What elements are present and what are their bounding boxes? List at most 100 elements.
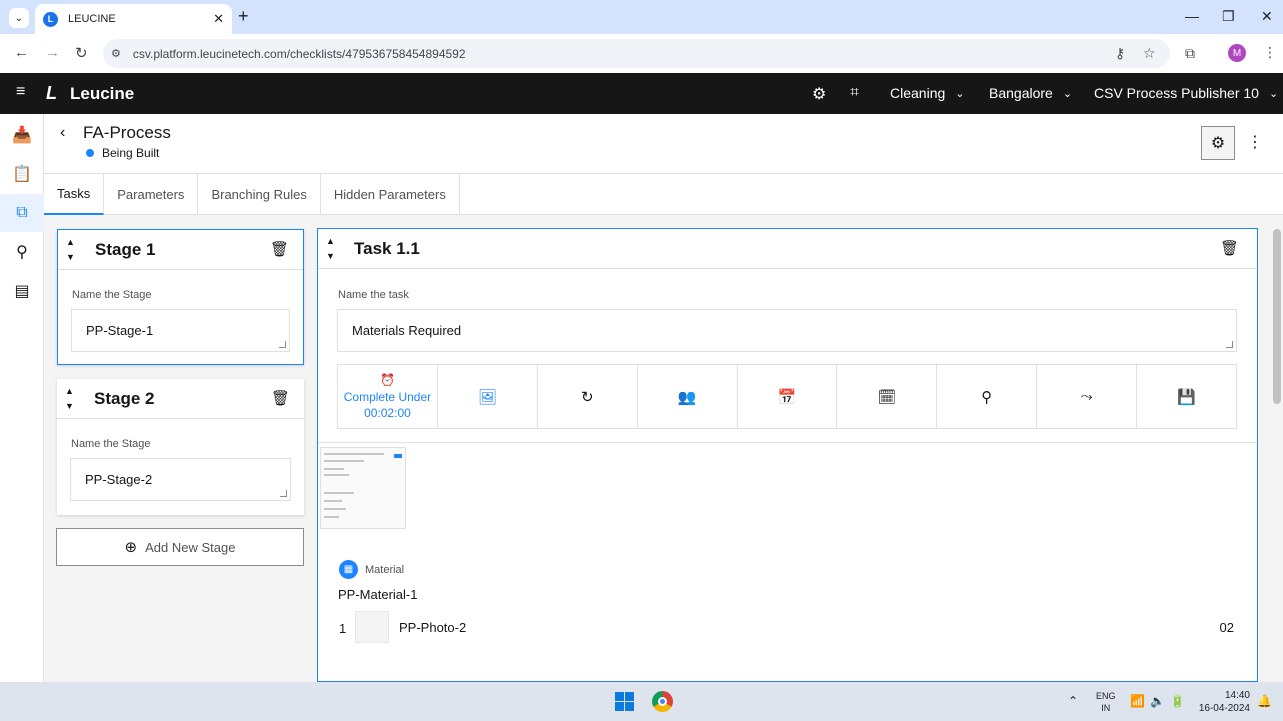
checklist-icon[interactable]: 📋: [0, 155, 44, 193]
add-new-stage-button[interactable]: ⊕ Add New Stage: [56, 528, 304, 566]
task-card: ▲ ▼ Task 1.1 🗑 Name the task Materials Re…: [317, 228, 1258, 682]
site-info-icon[interactable]: ⚙: [111, 47, 121, 60]
gear-icon: ⚙: [1210, 135, 1226, 152]
new-tab-plus-icon[interactable]: +: [238, 6, 249, 27]
timer-label: Complete Under: [343, 389, 432, 404]
battery-icon[interactable]: 🔋: [1170, 694, 1185, 708]
tab-search-chevron-icon[interactable]: ⌄: [9, 8, 29, 28]
delete-trash-icon[interactable]: 🗑: [270, 240, 289, 258]
process-builder-icon[interactable]: ⧉: [0, 194, 44, 232]
back-arrow-icon[interactable]: ←: [14, 44, 29, 61]
address-bar[interactable]: ⚙ csv.platform.leucinetech.com/checklist…: [103, 39, 1170, 68]
inbox-icon[interactable]: 📥: [0, 116, 44, 154]
minimize-icon[interactable]: —: [1185, 8, 1199, 24]
timer-value: 00:02:00: [364, 405, 411, 420]
reorder-arrows-icon[interactable]: ▲ ▼: [326, 234, 335, 264]
settings-gear-icon[interactable]: ⚙: [812, 84, 826, 104]
reload-icon[interactable]: ↻: [75, 44, 88, 62]
stage-name-input[interactable]: PP-Stage-2: [70, 458, 291, 501]
recurrence-button[interactable]: ↻: [538, 365, 638, 428]
window-close-icon[interactable]: ✕: [1261, 8, 1273, 25]
calendar-icon: 📅: [777, 388, 797, 406]
url-text: csv.platform.leucinetech.com/checklists/…: [132, 46, 466, 61]
notification-bell-icon[interactable]: 🔔: [1257, 694, 1272, 708]
browser-tab[interactable]: L LEUCINE ✕: [35, 4, 232, 34]
task-title: Task 1.1: [354, 239, 420, 258]
save-icon: 💾: [1177, 388, 1196, 406]
more-options-icon[interactable]: ⋮: [1247, 132, 1263, 152]
stage-title: Stage 1: [95, 240, 156, 259]
due-date-button[interactable]: 🗓: [837, 365, 938, 428]
calendar-clock-icon: 🗓: [877, 388, 897, 406]
stage-card[interactable]: ▲ ▼ Stage 2 🗑 Name the Stage PP-Stage-2: [57, 379, 304, 515]
divider: [318, 442, 1257, 443]
profile-avatar[interactable]: M: [1228, 44, 1246, 62]
hierarchy-icon[interactable]: ⚲: [0, 233, 44, 271]
tab-tasks[interactable]: Tasks: [44, 174, 105, 215]
dropdown-label: Bangalore: [989, 85, 1053, 101]
clock-date: 16-04-2024: [1198, 703, 1250, 714]
schedule-button[interactable]: 📅: [738, 365, 838, 428]
back-chevron-icon[interactable]: ‹: [60, 124, 65, 142]
delete-trash-icon[interactable]: 🗑: [1220, 239, 1239, 257]
stage-card-header: ▲ ▼ Stage 2 🗑: [57, 379, 304, 419]
bookmark-star-icon[interactable]: ☆: [1143, 45, 1156, 62]
leucine-logo-icon: L: [46, 83, 57, 103]
reorder-arrows-icon[interactable]: ▲ ▼: [66, 235, 75, 265]
stage-card-header: ▲ ▼ Stage 1 🗑: [58, 230, 303, 270]
material-quantity: 02: [1219, 620, 1234, 635]
language-indicator[interactable]: ENG IN: [1096, 690, 1116, 714]
restore-icon[interactable]: ❐: [1222, 8, 1235, 25]
material-section-label: Material: [365, 564, 405, 576]
tray-chevron-up-icon[interactable]: ⌃: [1068, 694, 1078, 708]
system-clock[interactable]: 14:40 16-04-2024: [1196, 689, 1250, 715]
password-key-icon[interactable]: ⚷: [1115, 45, 1125, 62]
tab-parameters[interactable]: Parameters: [104, 174, 199, 215]
extensions-puzzle-icon[interactable]: ⧉: [1185, 45, 1195, 62]
field-label: Name the task: [338, 289, 409, 301]
tab-title: LEUCINE: [68, 13, 116, 25]
branching-button[interactable]: ⤳: [1037, 365, 1138, 428]
users-icon: 👥: [677, 388, 697, 406]
assign-users-button[interactable]: 👥: [638, 365, 738, 428]
task-card-header: ▲ ▼ Task 1.1 🗑: [318, 229, 1257, 269]
page-scrollbar[interactable]: [1273, 229, 1281, 404]
attached-image-thumbnail[interactable]: [320, 447, 406, 529]
tab-hidden-parameters[interactable]: Hidden Parameters: [321, 174, 460, 215]
reorder-arrows-icon[interactable]: ▲ ▼: [65, 384, 74, 414]
site-dropdown-bangalore[interactable]: Bangalore ⌄: [989, 85, 1072, 101]
left-nav-rail: 📥 📋 ⧉ ⚲ ▤: [0, 114, 44, 682]
hierarchy-icon: ⚲: [981, 388, 993, 406]
reports-icon[interactable]: ▤: [0, 272, 44, 310]
volume-icon[interactable]: 🔈: [1150, 694, 1165, 708]
page-title: FA-Process: [83, 123, 171, 142]
alarm-clock-icon: ⏰: [379, 372, 395, 387]
tab-close-icon[interactable]: ✕: [213, 11, 224, 27]
hamburger-menu-icon[interactable]: ≡: [16, 83, 25, 101]
wifi-icon[interactable]: 📶: [1130, 694, 1145, 708]
material-photo-thumbnail[interactable]: [355, 611, 389, 643]
stage-name-input[interactable]: PP-Stage-1: [71, 309, 290, 352]
material-name: PP-Material-1: [338, 587, 418, 602]
media-button[interactable]: 🖼: [438, 365, 538, 428]
hierarchy-button[interactable]: ⚲: [937, 365, 1038, 428]
task-name-input[interactable]: Materials Required: [337, 309, 1237, 352]
tab-branching-rules[interactable]: Branching Rules: [198, 174, 321, 215]
facility-dropdown-cleaning[interactable]: Cleaning ⌄: [890, 85, 964, 101]
app-header: ≡ L Leucine ⚙ ⌗ Cleaning ⌄ Bangalore ⌄ C…: [0, 73, 1283, 114]
user-dropdown[interactable]: CSV Process Publisher 10 ⌄: [1094, 85, 1278, 101]
browser-menu-icon[interactable]: ⋮: [1263, 44, 1277, 61]
windows-start-icon[interactable]: [615, 692, 634, 711]
scan-icon[interactable]: ⌗: [850, 84, 859, 102]
delete-trash-icon[interactable]: 🗑: [271, 389, 290, 407]
chrome-app-icon[interactable]: [652, 691, 673, 712]
timer-button[interactable]: ⏰ Complete Under 00:02:00: [338, 365, 438, 428]
forward-arrow-icon[interactable]: →: [45, 44, 60, 61]
chevron-down-icon: ⌄: [1268, 87, 1279, 100]
process-settings-button[interactable]: ⚙: [1201, 126, 1235, 160]
stage-card[interactable]: ▲ ▼ Stage 1 🗑 Name the Stage PP-Stage-1: [57, 229, 304, 365]
process-header: ‹ FA-Process Being Built ⚙ ⋮: [44, 114, 1283, 174]
add-stage-label: Add New Stage: [145, 539, 236, 555]
status-badge: Being Built: [102, 146, 160, 160]
save-lock-button[interactable]: 💾: [1137, 365, 1236, 428]
